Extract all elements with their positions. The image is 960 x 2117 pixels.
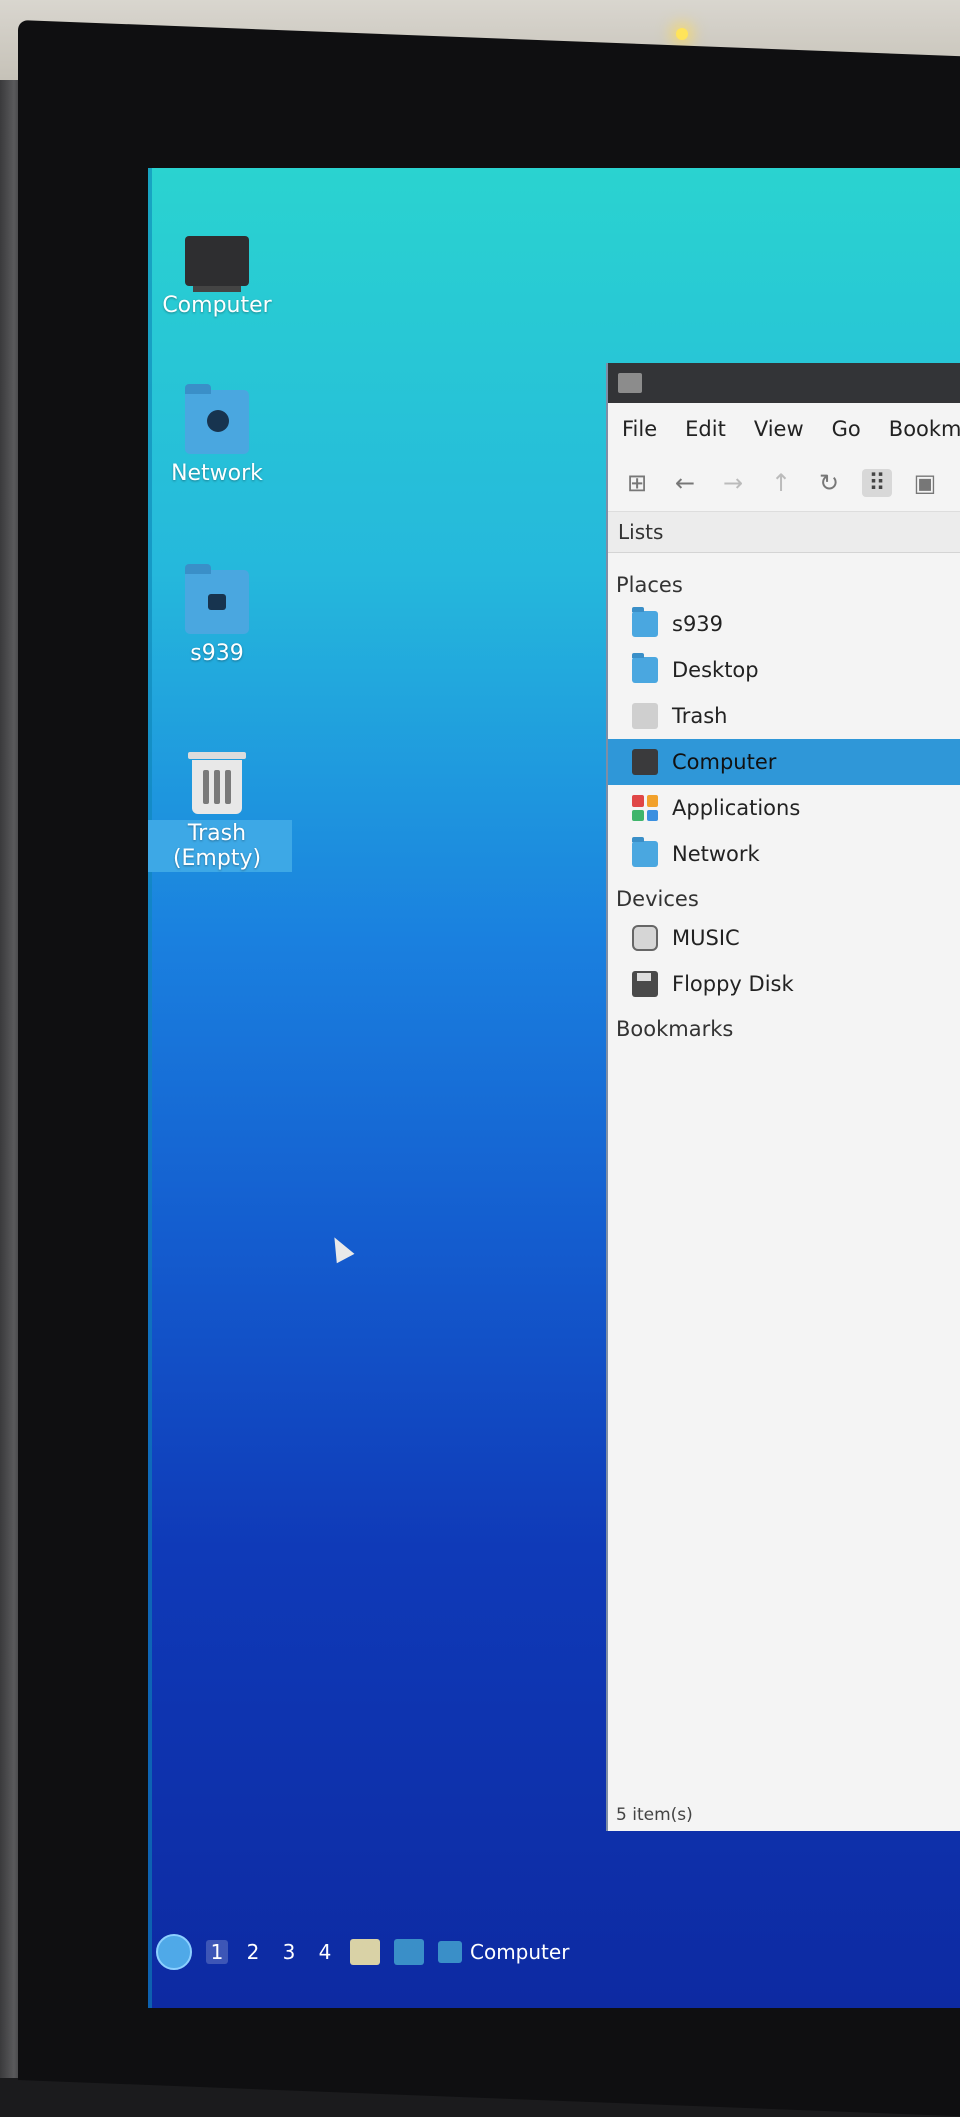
room-light — [676, 28, 688, 40]
up-icon[interactable]: ↑ — [766, 469, 796, 497]
floppy-icon — [632, 971, 658, 997]
device-floppy[interactable]: Floppy Disk — [608, 961, 960, 1007]
workspace-4[interactable]: 4 — [314, 1940, 336, 1964]
computer-icon — [185, 236, 249, 292]
trash-icon — [188, 752, 246, 814]
applications-icon — [632, 795, 658, 821]
menubar: File Edit View Go Bookma — [608, 403, 960, 455]
start-menu-icon[interactable] — [156, 1934, 192, 1970]
home-folder-icon — [632, 607, 658, 637]
place-trash[interactable]: Trash — [608, 693, 960, 739]
task-computer[interactable]: Computer — [438, 1940, 569, 1964]
taskbar: 1 2 3 4 Computer — [148, 1924, 960, 1980]
icon-view-icon[interactable]: ⠿ — [862, 469, 892, 497]
device-music[interactable]: MUSIC — [608, 915, 960, 961]
folder-launcher-icon[interactable] — [394, 1939, 424, 1965]
workspace-2[interactable]: 2 — [242, 1940, 264, 1964]
network-folder-icon — [632, 837, 658, 867]
place-label: Network — [672, 842, 760, 866]
section-bookmarks: Bookmarks — [616, 1017, 734, 1041]
section-places: Places — [616, 573, 683, 597]
place-network[interactable]: Network — [608, 831, 960, 877]
reload-icon[interactable]: ↻ — [814, 469, 844, 497]
file-manager-window: File Edit View Go Bookma ⊞ ← → ↑ ↻ ⠿ ▣ L… — [608, 363, 960, 1831]
workspace-3[interactable]: 3 — [278, 1940, 300, 1964]
desktop-icon-network[interactable]: Network — [148, 384, 292, 487]
status-bar: 5 item(s) — [616, 1805, 693, 1825]
trash-icon — [632, 703, 658, 729]
home-folder-icon — [185, 564, 249, 634]
new-tab-icon[interactable]: ⊞ — [622, 469, 652, 497]
back-icon[interactable]: ← — [670, 469, 700, 497]
place-computer[interactable]: Computer — [608, 739, 960, 785]
menu-file[interactable]: File — [622, 417, 657, 441]
toolbar: ⊞ ← → ↑ ↻ ⠿ ▣ — [608, 455, 960, 512]
desktop: Computer Network s939 Trash (Empty) File… — [148, 168, 960, 2008]
desktop-icon-label: Network — [171, 461, 263, 486]
place-applications[interactable]: Applications — [608, 785, 960, 831]
thumbnail-view-icon[interactable]: ▣ — [910, 469, 940, 497]
computer-icon — [438, 1941, 462, 1963]
menu-bookmarks[interactable]: Bookma — [889, 417, 960, 441]
mouse-pointer-icon — [325, 1232, 355, 1264]
menu-go[interactable]: Go — [832, 417, 861, 441]
desktop-icon-label: Computer — [162, 293, 272, 318]
workspace-1[interactable]: 1 — [206, 1940, 228, 1964]
desktop-icon-label: Trash (Empty) — [148, 820, 292, 872]
folder-icon — [618, 373, 642, 393]
drive-icon — [632, 925, 658, 951]
place-label: s939 — [672, 612, 724, 636]
device-label: MUSIC — [672, 926, 740, 950]
menu-edit[interactable]: Edit — [685, 417, 726, 441]
computer-icon — [632, 749, 658, 775]
network-folder-icon — [185, 384, 249, 454]
forward-icon[interactable]: → — [718, 469, 748, 497]
side-pane-header[interactable]: Lists — [608, 512, 960, 553]
desktop-icon-home[interactable]: s939 — [148, 564, 292, 667]
task-label: Computer — [470, 1940, 570, 1964]
desktop-icon-label: s939 — [190, 641, 244, 666]
window-titlebar[interactable] — [608, 363, 960, 403]
desktop-icon-trash[interactable]: Trash (Empty) — [148, 750, 292, 872]
desktop-icon-computer[interactable]: Computer — [148, 230, 292, 319]
place-label: Applications — [672, 796, 801, 820]
place-home[interactable]: s939 — [608, 601, 960, 647]
section-devices: Devices — [616, 887, 699, 911]
device-label: Floppy Disk — [672, 972, 794, 996]
place-desktop[interactable]: Desktop — [608, 647, 960, 693]
place-label: Computer — [672, 750, 777, 774]
file-manager-launcher-icon[interactable] — [350, 1939, 380, 1965]
place-label: Trash — [672, 704, 728, 728]
menu-view[interactable]: View — [754, 417, 804, 441]
desktop-folder-icon — [632, 653, 658, 683]
side-pane: Places s939 Desktop Trash Computer Appli… — [608, 553, 960, 1045]
place-label: Desktop — [672, 658, 759, 682]
